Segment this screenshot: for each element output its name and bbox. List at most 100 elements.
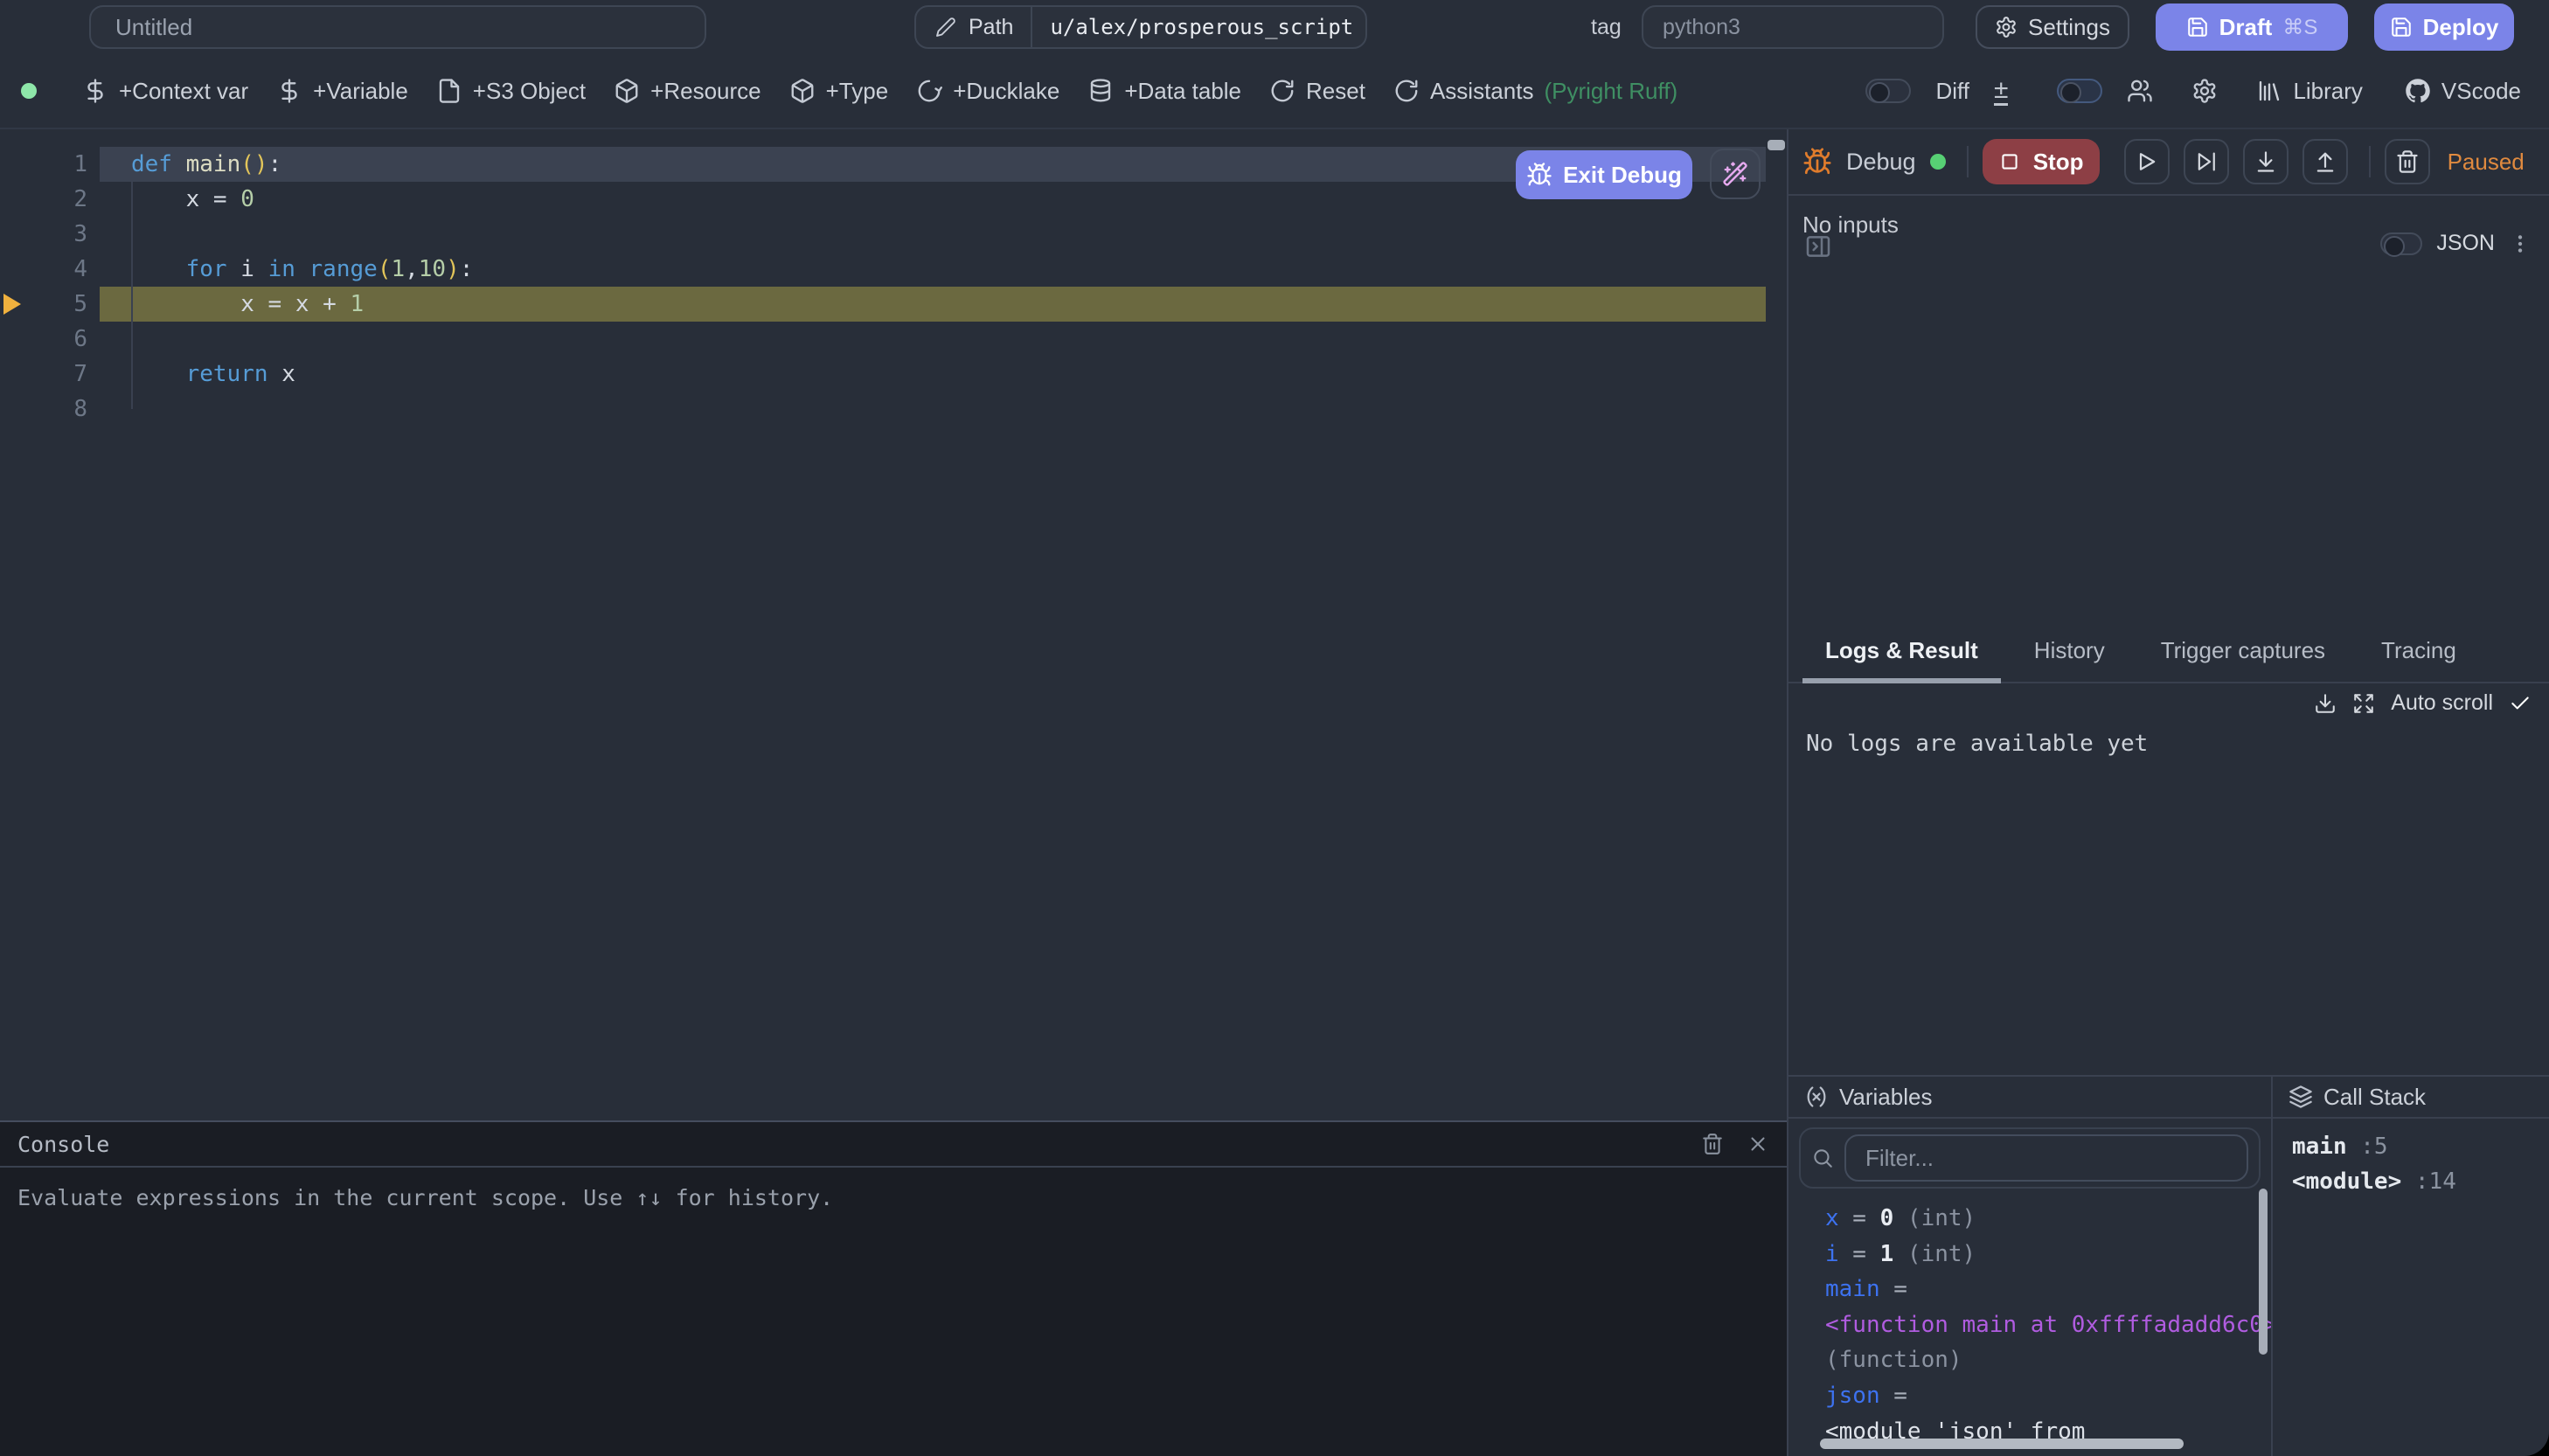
check-icon[interactable] [2509,692,2532,715]
code-editor[interactable]: 1def main():2 x = 034 for i in range(1,1… [0,129,1766,1120]
bug-icon [1526,162,1552,188]
debug-title: Debug [1846,149,1916,176]
json-toggle[interactable] [2380,232,2422,255]
variable-row[interactable]: <function main at 0xffffadadd6c0> [1825,1307,2273,1343]
tag-label: tag [1591,0,1622,54]
vscode-button[interactable]: VScode [2405,78,2521,105]
call-stack-header: Call Stack [2273,1077,2549,1119]
line-number[interactable]: 3 [0,217,87,252]
toolbar-item-data-table[interactable]: +Data table [1087,78,1241,105]
toolbar-item-s3-object[interactable]: +S3 Object [436,78,586,105]
variable-row[interactable]: main = [1825,1272,2273,1307]
toolbar-item-reset[interactable]: Reset [1269,78,1365,105]
save-icon [2186,16,2209,38]
tab-logs-result[interactable]: Logs & Result [1802,622,2001,682]
deploy-button[interactable]: Deploy [2374,3,2514,51]
code-line-5[interactable]: 5 x = x + 1 [0,287,1766,322]
diff-plusminus-icon[interactable]: ± [1994,77,2008,106]
call-stack-frame[interactable]: main :5 [2292,1129,2456,1164]
variables-hscrollbar[interactable] [1820,1439,2184,1449]
code-line-1[interactable]: 1def main(): [0,147,1766,182]
variables-vscrollbar[interactable] [2259,1189,2268,1355]
auto-scroll-label[interactable]: Auto scroll [2391,690,2493,716]
diff-toggle[interactable] [1865,79,1911,103]
line-number[interactable]: 8 [0,392,87,426]
frame-name: <module> [2292,1168,2401,1195]
toolbar-item-label: Reset [1306,78,1365,105]
variables-title: Variables [1839,1084,1932,1111]
step-over-button[interactable] [2184,139,2229,184]
code-line-4[interactable]: 4 for i in range(1,10): [0,252,1766,287]
close-icon[interactable] [1747,1133,1769,1155]
call-stack-frame[interactable]: <module> :14 [2292,1164,2456,1199]
toolbar-item-context-var[interactable]: +Context var [82,78,248,105]
editor-scrollbar-thumb[interactable] [1768,140,1785,150]
toolbar-item-label: +S3 Object [473,78,586,105]
toolbar-item-resource[interactable]: +Resource [614,78,761,105]
dollar-icon [82,78,108,104]
continue-button[interactable] [2124,139,2170,184]
clear-button[interactable] [2385,139,2430,184]
toolbar-item-variable[interactable]: +Variable [276,78,408,105]
download-icon[interactable] [2314,692,2337,715]
package-icon [614,78,640,104]
settings-button[interactable]: Settings [1976,5,2129,49]
vscode-label: VScode [2441,78,2521,105]
library-label: Library [2293,78,2362,105]
path-button[interactable]: Path u/alex/prosperous_script [914,5,1367,49]
trash-icon[interactable] [1701,1133,1724,1155]
panel-tabs: Logs & ResultHistoryTrigger capturesTrac… [1788,621,2549,683]
toolbar-item-label: +Ducklake [953,78,1059,105]
code-line-7[interactable]: 7 return x [0,357,1766,392]
multiplayer-toggle[interactable] [2057,79,2102,103]
no-inputs-text: No inputs [1802,211,1899,239]
variable-row[interactable]: x = 0 (int) [1825,1201,2273,1237]
line-number[interactable]: 1 [0,147,87,182]
code-line-2[interactable]: 2 x = 0 [0,182,1766,217]
library-icon [2256,78,2282,104]
step-out-button[interactable] [2302,139,2348,184]
code-line-6[interactable]: 6 [0,322,1766,357]
toolbar-item-type[interactable]: +Type [789,78,889,105]
toolbar-item-assistants[interactable]: Assistants(Pyright Ruff) [1393,78,1677,105]
exit-debug-label: Exit Debug [1563,162,1682,189]
line-number[interactable]: 4 [0,252,87,287]
call-stack-panel: Call Stack main :5<module> :14 [2273,1077,2549,1456]
script-title-input[interactable] [89,5,706,49]
line-number[interactable]: 2 [0,182,87,217]
settings-label: Settings [2028,14,2110,41]
code-text: x = 0 [131,182,254,217]
gear-icon[interactable] [2191,78,2218,104]
step-out-icon [2313,149,2337,174]
exit-debug-button[interactable]: Exit Debug [1516,150,1692,199]
users-icon[interactable] [2127,78,2153,104]
line-number[interactable]: 6 [0,322,87,357]
toolbar-item-label: +Data table [1124,78,1241,105]
tab-tracing[interactable]: Tracing [2358,622,2479,682]
step-into-button[interactable] [2243,139,2289,184]
draft-button[interactable]: Draft ⌘S [2156,3,2348,51]
deploy-label: Deploy [2423,14,2499,41]
toolbar-item-ducklake[interactable]: +Ducklake [916,78,1059,105]
line-number[interactable]: 7 [0,357,87,392]
variable-row[interactable]: i = 1 (int) [1825,1237,2273,1272]
variable-row[interactable]: json = [1825,1378,2273,1414]
filter-input[interactable] [1844,1134,2248,1182]
divider [1967,146,1969,177]
stop-button[interactable]: Stop [1983,139,2100,184]
kebab-menu-icon[interactable] [2509,232,2532,255]
library-button[interactable]: Library [2256,78,2362,105]
play-icon [2135,149,2159,174]
tab-history[interactable]: History [2011,622,2128,682]
tab-trigger-captures[interactable]: Trigger captures [2138,622,2348,682]
code-line-3[interactable]: 3 [0,217,1766,252]
tag-input[interactable] [1642,5,1944,49]
code-line-8[interactable]: 8 [0,392,1766,426]
editor-scrollbar[interactable] [1766,129,1787,1120]
ai-wand-button[interactable] [1710,149,1761,199]
code-text: return x [131,357,295,392]
no-logs-text: No logs are available yet [1806,731,2148,757]
variable-row[interactable]: (function) [1825,1342,2273,1378]
divider [2369,146,2371,177]
expand-icon[interactable] [2352,692,2375,715]
